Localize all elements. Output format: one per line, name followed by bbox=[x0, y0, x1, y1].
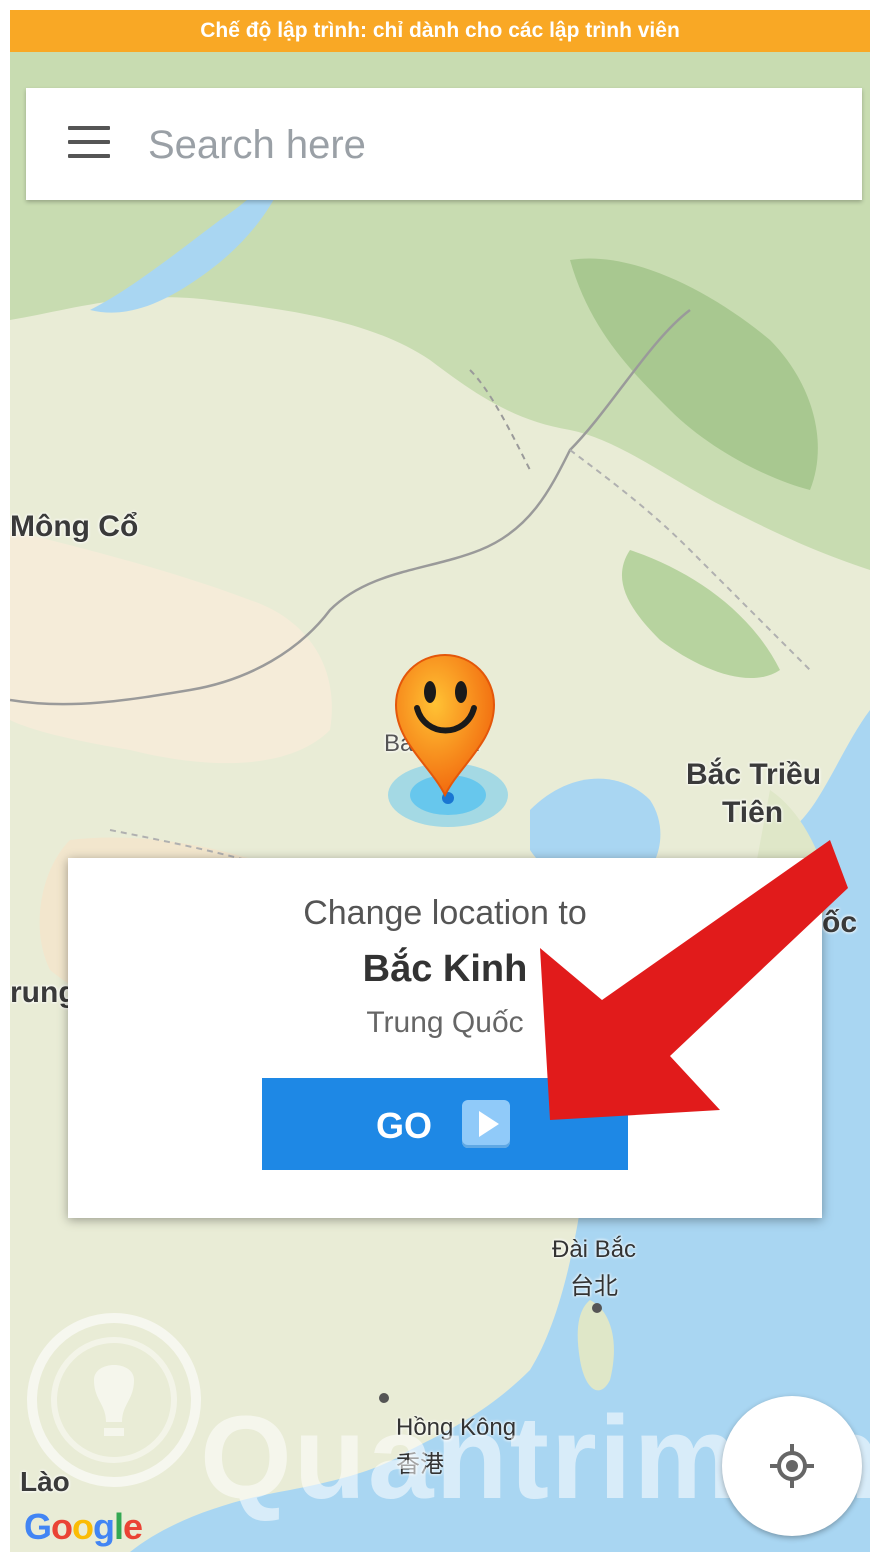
map-label-north-korea-2: Tiên bbox=[722, 796, 784, 829]
my-location-icon bbox=[770, 1444, 814, 1488]
hamburger-menu-icon[interactable] bbox=[68, 126, 110, 160]
google-letter: e bbox=[123, 1506, 143, 1547]
smiley-location-pin-icon[interactable] bbox=[390, 650, 500, 800]
map-label-taipei: Đài Bắc bbox=[552, 1236, 637, 1263]
go-button-label: GO bbox=[376, 1105, 433, 1146]
red-arrow-icon bbox=[540, 840, 848, 1120]
map-label-mongolia: Mông Cổ bbox=[10, 510, 139, 543]
google-letter: o bbox=[51, 1506, 73, 1547]
map-label-taipei-cn: 台北 bbox=[570, 1273, 618, 1300]
search-bar bbox=[26, 88, 862, 200]
app-screen: Mông Cổ Bắc Triều Tiên ốc rung Bắc Kinh … bbox=[10, 10, 870, 1552]
developer-mode-banner: Chế độ lập trình: chỉ dành cho các lập t… bbox=[10, 10, 870, 52]
map-label-north-korea-1: Bắc Triều bbox=[686, 758, 822, 791]
google-letter: g bbox=[93, 1506, 115, 1547]
google-letter: l bbox=[114, 1506, 124, 1547]
google-letter: o bbox=[72, 1506, 94, 1547]
map-label-china-partial: rung bbox=[10, 976, 77, 1009]
google-logo: Google bbox=[24, 1506, 143, 1548]
search-input[interactable] bbox=[146, 116, 830, 174]
play-icon bbox=[462, 1100, 510, 1148]
lightbulb-icon bbox=[27, 1313, 201, 1487]
my-location-button[interactable] bbox=[722, 1396, 862, 1536]
google-letter: G bbox=[24, 1506, 52, 1547]
